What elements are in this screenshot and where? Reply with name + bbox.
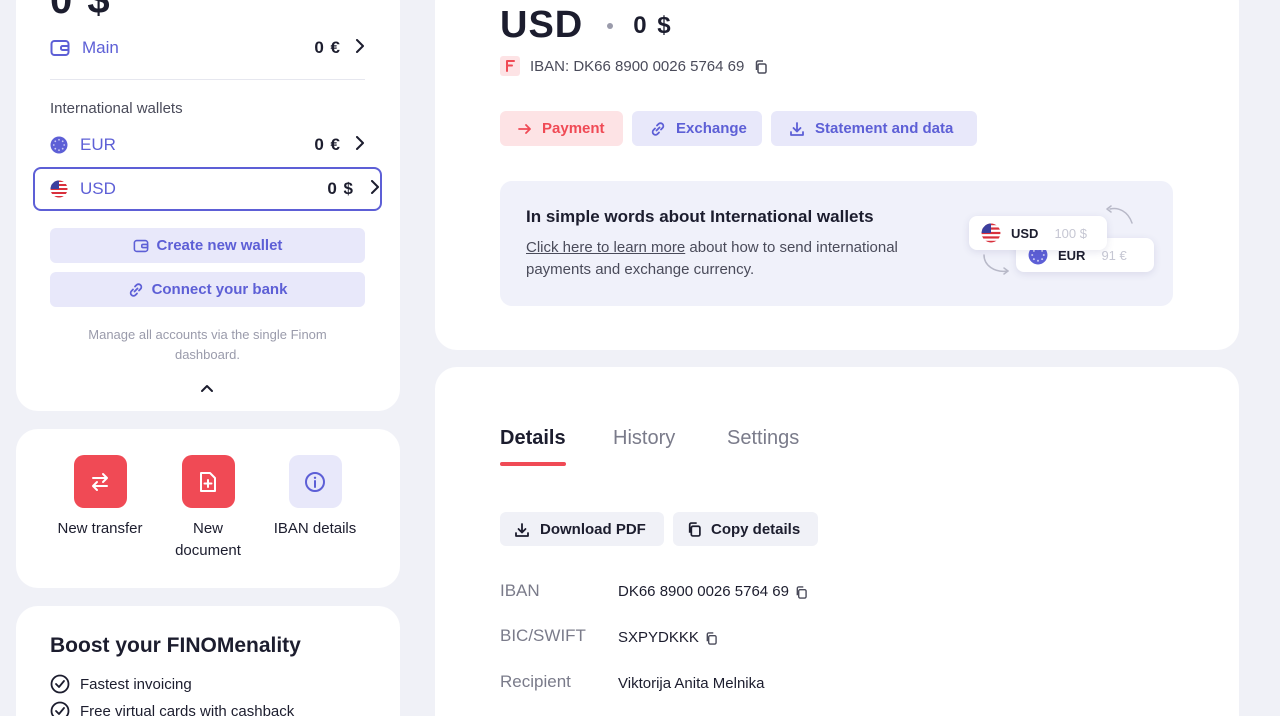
iban-text: IBAN: DK66 8900 0026 5764 69 [530, 57, 745, 75]
copy-details-label: Copy details [711, 520, 801, 538]
payment-button[interactable]: Payment [500, 111, 623, 146]
tab-history[interactable]: History [613, 427, 675, 450]
feature-label: Fastest invoicing [80, 675, 192, 693]
account-details-panel: Details History Settings Download PDF Co… [435, 367, 1239, 716]
wallet-balance: 0 $ [327, 179, 354, 198]
new-document-button[interactable]: New document [158, 455, 258, 562]
us-flag-icon [50, 180, 68, 198]
copy-details-button[interactable]: Copy details [673, 512, 819, 546]
feature-label: Free virtual cards with cashback [80, 702, 295, 716]
transfer-arrows-icon [73, 455, 127, 508]
eu-flag-icon [50, 136, 68, 154]
bic-value: SXPYDKKK [618, 629, 699, 646]
wallet-label: EUR [80, 135, 116, 154]
usd-preview-card: USD 100 $ [969, 216, 1107, 250]
connect-bank-button[interactable]: Connect your bank [50, 272, 365, 307]
copy-icon [687, 521, 701, 538]
feature-item: Free virtual cards with cashback [50, 701, 294, 716]
connect-bank-label: Connect your bank [151, 281, 288, 298]
active-tab-indicator [500, 462, 566, 466]
create-wallet-label: Create new wallet [156, 237, 283, 254]
quick-actions-panel: New transfer New document IBAN details [16, 429, 400, 588]
chevron-right-icon [355, 135, 365, 155]
field-label-bic: BIC/SWIFT [500, 626, 586, 645]
wallet-balance: 0 € [314, 135, 341, 154]
chevron-right-icon [370, 179, 380, 199]
arrow-right-icon [518, 120, 532, 137]
exchange-button[interactable]: Exchange [632, 111, 762, 146]
wallet-row-eur[interactable]: EUR 0 € [50, 125, 365, 165]
tab-settings[interactable]: Settings [727, 427, 799, 450]
download-icon [514, 520, 530, 537]
wallet-label: USD [80, 179, 116, 198]
create-wallet-button[interactable]: Create new wallet [50, 228, 365, 263]
chevron-right-icon [355, 38, 365, 58]
wallet-row-main[interactable]: Main 0 € [50, 28, 365, 68]
separator-dot [607, 22, 614, 29]
wallet-label: Main [82, 38, 119, 57]
curved-arrow-icon [980, 251, 1014, 282]
us-flag-icon [981, 223, 1001, 243]
info-text: Click here to learn more about how to se… [526, 237, 946, 281]
preview-value: 100 $ [1054, 225, 1087, 241]
account-heading: USD 0 $ [500, 4, 673, 47]
check-circle-icon [50, 674, 70, 694]
download-pdf-label: Download PDF [540, 520, 646, 538]
dashboard-hint: Manage all accounts via the single Finom… [88, 327, 327, 362]
account-overview-panel: USD 0 $ IBAN: DK66 8900 0026 5764 69 Pay… [435, 0, 1239, 350]
feature-item: Fastest invoicing [50, 674, 192, 694]
total-balance: 0 $ [50, 0, 112, 22]
field-value-iban: DK66 8900 0026 5764 69 [618, 583, 807, 600]
action-label: IBAN details [273, 520, 357, 537]
preview-code: USD [1011, 225, 1039, 241]
learn-more-link[interactable]: Click here to learn more [526, 239, 685, 256]
link-icon [650, 120, 666, 137]
account-currency: USD [500, 4, 584, 46]
iban-details-button[interactable]: IBAN details [265, 455, 365, 540]
boost-title: Boost your FINOMenality [50, 634, 301, 657]
tab-details[interactable]: Details [500, 427, 566, 450]
account-balance: 0 $ [633, 11, 673, 39]
action-label: New document [175, 520, 241, 559]
document-plus-icon [181, 455, 235, 508]
payment-label: Payment [542, 120, 605, 137]
boost-panel: Boost your FINOMenality Fastest invoicin… [16, 606, 400, 716]
wallet-icon [133, 237, 149, 254]
info-icon [288, 455, 342, 508]
iban-value: DK66 8900 0026 5764 69 [618, 583, 789, 600]
preview-value: 91 € [1101, 247, 1127, 263]
new-transfer-button[interactable]: New transfer [50, 455, 150, 540]
copy-icon[interactable] [705, 629, 717, 646]
recipient-value: Viktorija Anita Melnika [618, 675, 765, 692]
statement-label: Statement and data [815, 120, 954, 137]
chevron-up-icon[interactable] [200, 379, 214, 397]
download-icon [789, 120, 805, 137]
divider [50, 79, 365, 80]
info-title: In simple words about International wall… [526, 207, 874, 226]
international-wallets-heading: International wallets [50, 100, 183, 117]
exchange-label: Exchange [676, 120, 747, 137]
check-circle-icon [50, 701, 70, 716]
link-icon [128, 281, 144, 298]
field-label-iban: IBAN [500, 581, 540, 600]
account-iban: IBAN: DK66 8900 0026 5764 69 [500, 56, 768, 76]
curved-arrow-icon [1104, 205, 1138, 234]
wallet-row-usd[interactable]: USD 0 $ [33, 167, 382, 211]
field-value-recipient: Viktorija Anita Melnika [618, 675, 764, 692]
info-banner: In simple words about International wall… [500, 181, 1173, 306]
field-label-recipient: Recipient [500, 672, 571, 691]
wallet-icon [50, 39, 70, 57]
field-value-bic: SXPYDKKK [618, 629, 717, 646]
copy-icon[interactable] [795, 583, 807, 600]
download-pdf-button[interactable]: Download PDF [500, 512, 664, 546]
statement-button[interactable]: Statement and data [771, 111, 977, 146]
copy-icon[interactable] [754, 58, 768, 75]
wallet-balance: 0 € [314, 38, 341, 57]
action-label: New transfer [57, 520, 143, 537]
finom-logo-icon [500, 56, 520, 76]
wallets-panel: 0 $ Main 0 € International wallets EUR 0… [16, 0, 400, 411]
